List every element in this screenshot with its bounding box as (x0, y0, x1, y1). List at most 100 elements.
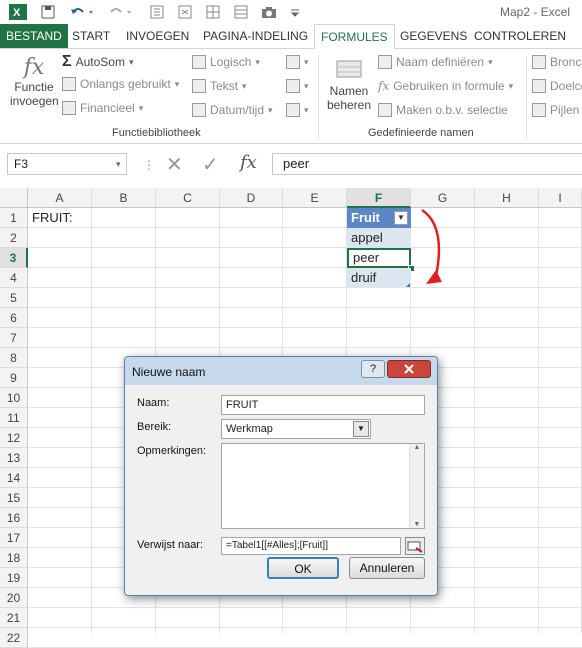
trace-precedents-button[interactable]: Broncellen (532, 55, 582, 69)
dialog-title-bar[interactable]: Nieuwe naam ? (125, 357, 437, 385)
autosum-button[interactable]: Σ AutoSom ▾ (62, 53, 134, 71)
opmerkingen-scrollbar[interactable]: ▲ ▼ (409, 444, 424, 528)
bereik-dropdown-icon[interactable]: ▼ (353, 421, 369, 437)
row-header-16[interactable]: 16 (0, 508, 28, 528)
close-button[interactable] (387, 360, 431, 378)
more-functions-icon (286, 103, 300, 117)
row-header-13[interactable]: 13 (0, 448, 28, 468)
row-header-7[interactable]: 7 (0, 328, 28, 348)
table-resize-handle[interactable] (406, 283, 410, 287)
autosum-label: AutoSom (75, 55, 125, 69)
functiebibliotheek-group-label: Functiebibliotheek (112, 127, 201, 139)
drag-handle-icon[interactable]: ⋮ (143, 158, 155, 172)
tab-start[interactable]: START (72, 24, 110, 48)
scroll-up-icon[interactable]: ▲ (410, 444, 424, 451)
row-header-20[interactable]: 20 (0, 588, 28, 608)
row-header-6[interactable]: 6 (0, 308, 28, 328)
table-cell-peer-selected[interactable]: peer (347, 248, 411, 268)
row-header-18[interactable]: 18 (0, 548, 28, 568)
opmerkingen-textarea[interactable]: ▲ ▼ (221, 443, 425, 529)
grid-row-line (28, 347, 582, 348)
camera-icon[interactable] (260, 3, 278, 21)
column-header-e[interactable]: E (283, 188, 347, 208)
lookup-button[interactable]: ▾ (286, 55, 309, 69)
row-header-3[interactable]: 3 (0, 248, 28, 268)
filter-dropdown-icon[interactable]: ▼ (394, 211, 408, 225)
more-functions-button[interactable]: ▾ (286, 103, 309, 117)
logical-button[interactable]: Logisch ▾ (192, 55, 260, 69)
recently-used-label: Onlangs gebruikt (80, 77, 171, 91)
table-cell-druif[interactable]: druif (347, 268, 411, 288)
customize-quick-access-icon[interactable] (288, 3, 302, 21)
row-header-22[interactable]: 22 (0, 628, 28, 648)
undo-icon[interactable] (68, 3, 98, 21)
column-header-d[interactable]: D (220, 188, 283, 208)
column-header-b[interactable]: B (92, 188, 156, 208)
tab-formules[interactable]: FORMULES (314, 24, 395, 50)
financial-button[interactable]: Financieel ▾ (62, 101, 143, 115)
datetime-button[interactable]: Datum/tijd ▾ (192, 103, 273, 117)
row-header-2[interactable]: 2 (0, 228, 28, 248)
recently-used-button[interactable]: Onlangs gebruikt ▾ (62, 77, 179, 91)
row-header-12[interactable]: 12 (0, 428, 28, 448)
verwijst-naar-input[interactable]: =Tabel1[[#Alles];[Fruit]] (221, 537, 401, 555)
use-in-formula-button[interactable]: fx Gebruiken in formule ▾ (378, 79, 513, 93)
column-header-c[interactable]: C (156, 188, 220, 208)
save-icon[interactable] (38, 3, 58, 21)
row-header-19[interactable]: 19 (0, 568, 28, 588)
tab-bestand[interactable]: BESTAND (0, 24, 68, 48)
row-header-21[interactable]: 21 (0, 608, 28, 628)
name-box-dropdown-icon[interactable]: ▾ (116, 159, 121, 170)
insert-function-icon[interactable]: fx (240, 152, 257, 173)
formula-input[interactable]: peer (272, 153, 582, 175)
name-box[interactable]: F3 (7, 153, 127, 175)
dialog-title: Nieuwe naam (132, 365, 206, 379)
tab-controleren[interactable]: CONTROLEREN (474, 24, 566, 48)
confirm-entry-icon[interactable]: ✓ (202, 152, 219, 177)
name-manager-button[interactable]: Namen beheren (326, 57, 372, 112)
column-header-g[interactable]: G (411, 188, 475, 208)
tab-invoegen[interactable]: INVOEGEN (126, 24, 189, 48)
bereik-select[interactable]: Werkmap ▼ (221, 419, 371, 439)
help-button[interactable]: ? (361, 360, 385, 378)
row-header-5[interactable]: 5 (0, 288, 28, 308)
row-header-15[interactable]: 15 (0, 488, 28, 508)
select-all-corner[interactable] (0, 188, 28, 208)
column-header-f[interactable]: F (347, 188, 411, 208)
text-button[interactable]: Tekst ▾ (192, 79, 247, 93)
cell-a1[interactable]: FRUIT: (28, 208, 92, 228)
create-from-selection-button[interactable]: Maken o.b.v. selectie (378, 103, 508, 117)
cancel-entry-icon[interactable]: ✕ (166, 152, 183, 177)
row-header-4[interactable]: 4 (0, 268, 28, 288)
insert-function-button[interactable]: fx Functie invoegen (10, 55, 59, 108)
column-header-i[interactable]: I (539, 188, 582, 208)
grid-icon[interactable] (204, 3, 222, 21)
ok-button[interactable]: OK (267, 557, 339, 579)
naam-input[interactable]: FRUIT (221, 395, 425, 415)
remove-arrows-button[interactable]: Pijlen (532, 103, 579, 117)
tab-pagina-indeling[interactable]: PAGINA-INDELING (203, 24, 308, 48)
collapse-dialog-button[interactable] (405, 537, 425, 555)
trace-dependents-button[interactable]: Doelcellen (532, 79, 582, 93)
calculator-icon[interactable] (148, 3, 166, 21)
row-header-11[interactable]: 11 (0, 408, 28, 428)
annuleren-button[interactable]: Annuleren (349, 557, 425, 579)
column-header-h[interactable]: H (475, 188, 539, 208)
tab-gegevens[interactable]: GEGEVENS (400, 24, 467, 48)
row-header-1[interactable]: 1 (0, 208, 28, 228)
form-icon[interactable] (176, 3, 194, 21)
row-header-10[interactable]: 10 (0, 388, 28, 408)
table-icon[interactable] (232, 3, 250, 21)
define-name-button[interactable]: Naam definiëren ▾ (378, 55, 493, 69)
row-header-17[interactable]: 17 (0, 528, 28, 548)
column-header-a[interactable]: A (28, 188, 92, 208)
table-cell-appel[interactable]: appel (347, 228, 411, 248)
table-header-cell[interactable]: Fruit ▼ (347, 208, 411, 228)
redo-icon[interactable] (108, 3, 138, 21)
row-header-8[interactable]: 8 (0, 348, 28, 368)
row-header-14[interactable]: 14 (0, 468, 28, 488)
row-header-9[interactable]: 9 (0, 368, 28, 388)
scroll-down-icon[interactable]: ▼ (410, 521, 424, 528)
opmerkingen-label: Opmerkingen: (137, 445, 207, 457)
math-button[interactable]: ▾ (286, 79, 309, 93)
